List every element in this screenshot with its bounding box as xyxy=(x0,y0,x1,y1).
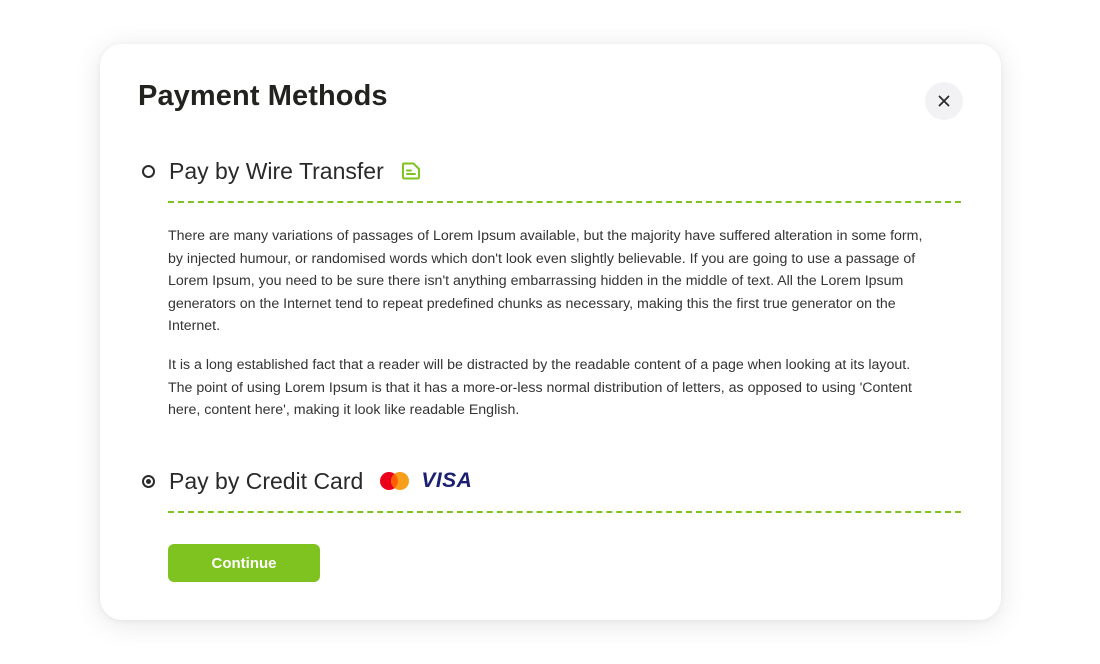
wire-transfer-description-1: There are many variations of passages of… xyxy=(168,228,923,334)
wire-transfer-option[interactable]: Pay by Wire Transfer xyxy=(142,156,421,186)
wire-transfer-divider xyxy=(168,201,961,203)
payment-methods-modal: Payment Methods Pay by Wire Transfer The… xyxy=(100,44,1001,620)
credit-card-option[interactable]: Pay by Credit Card VISA xyxy=(142,466,472,496)
radio-selected-dot xyxy=(146,478,151,484)
modal-title: Payment Methods xyxy=(138,80,388,112)
credit-card-label: Pay by Credit Card xyxy=(169,468,364,494)
wire-transfer-description-2: It is a long established fact that a rea… xyxy=(168,357,912,418)
invoice-icon xyxy=(401,162,421,180)
close-button[interactable] xyxy=(925,82,963,120)
wire-transfer-radio[interactable] xyxy=(142,164,155,178)
credit-card-radio[interactable] xyxy=(142,474,155,488)
continue-button[interactable]: Continue xyxy=(168,544,320,582)
credit-card-divider xyxy=(168,511,961,513)
close-icon xyxy=(938,95,950,107)
visa-logo: VISA xyxy=(421,469,473,492)
wire-transfer-label: Pay by Wire Transfer xyxy=(169,158,384,184)
card-brand-icons: VISA xyxy=(379,469,472,493)
mastercard-logo xyxy=(380,472,410,490)
